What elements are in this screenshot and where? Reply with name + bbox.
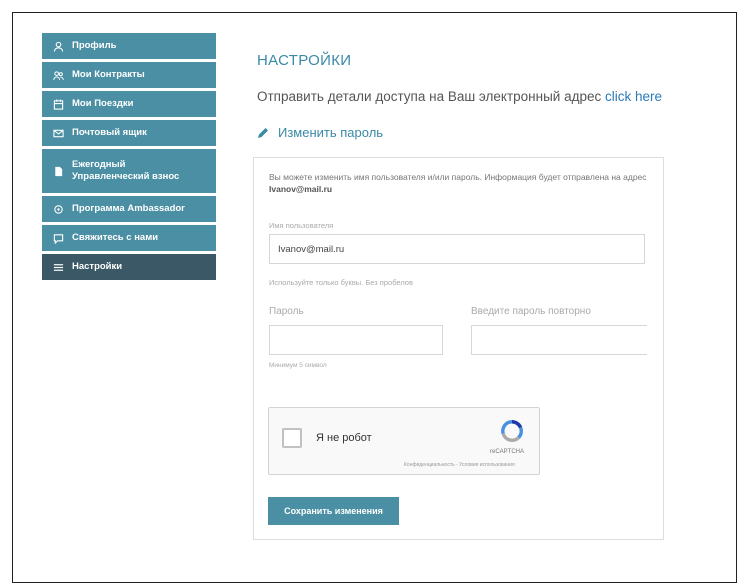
password-label: Пароль: [269, 306, 304, 317]
sidebar-item-label: Ежегодный Управленческий взнос: [72, 159, 180, 182]
send-access-details: Отправить детали доступа на Ваш электрон…: [257, 89, 662, 104]
calendar-icon: [52, 98, 64, 110]
sidebar-item-settings[interactable]: Настройки: [42, 254, 216, 280]
username-hint: Используйте только буквы. Без пробелов: [269, 278, 413, 287]
mail-icon: [52, 127, 64, 139]
sidebar-item-contact[interactable]: Свяжитесь с нами: [42, 225, 216, 251]
click-here-link[interactable]: click here: [605, 89, 662, 104]
send-access-text: Отправить детали доступа на Ваш электрон…: [257, 89, 602, 104]
sidebar-item-mailbox[interactable]: Почтовый ящик: [42, 120, 216, 146]
recaptcha-brand: reCAPTCHA: [490, 449, 525, 455]
change-password-label: Изменить пароль: [278, 125, 384, 140]
sidebar-item-label: Настройки: [72, 261, 123, 272]
sidebar-item-ambassador[interactable]: Программа Ambassador: [42, 196, 216, 222]
star-icon: [52, 203, 64, 215]
pencil-icon: [258, 127, 268, 138]
page-title: НАСТРОЙКИ: [257, 52, 352, 69]
sidebar-item-label: Мои Контракты: [72, 69, 145, 80]
username-input[interactable]: Ivanov@mail.ru: [269, 234, 645, 264]
sidebar-item-label: Свяжитесь с нами: [72, 232, 159, 243]
password-repeat-input[interactable]: [471, 325, 647, 355]
sidebar-item-profile[interactable]: Профиль: [42, 33, 216, 59]
recaptcha-widget: Я не робот reCAPTCHA Конфиденциальность …: [268, 407, 540, 475]
password-repeat-label: Введите пароль повторно: [471, 306, 591, 317]
document-icon: [52, 165, 64, 177]
password-input[interactable]: [269, 325, 443, 355]
password-hint: Минимум 5 символ: [269, 362, 327, 369]
sidebar: Профиль Мои Контракты Мои Поездки Почтов…: [42, 33, 216, 283]
sidebar-item-trips[interactable]: Мои Поездки: [42, 91, 216, 117]
sidebar-item-contracts[interactable]: Мои Контракты: [42, 62, 216, 88]
recaptcha-checkbox[interactable]: [282, 428, 302, 448]
username-label: Имя пользователя: [269, 221, 334, 230]
recaptcha-terms[interactable]: Конфиденциальность - Условия использован…: [404, 462, 515, 468]
recaptcha-label: Я не робот: [316, 432, 372, 444]
sidebar-item-label: Профиль: [72, 40, 117, 51]
change-password-heading[interactable]: Изменить пароль: [257, 125, 383, 140]
info-text-body: Вы можете изменить имя пользователя и/ил…: [269, 172, 647, 182]
save-changes-button[interactable]: Сохранить изменения: [268, 497, 399, 525]
sidebar-item-label: Мои Поездки: [72, 98, 134, 109]
sidebar-item-label: Программа Ambassador: [72, 203, 185, 214]
contact-icon: [52, 232, 64, 244]
users-icon: [52, 69, 64, 81]
user-icon: [52, 40, 64, 52]
sidebar-item-annual-fee[interactable]: Ежегодный Управленческий взнос: [42, 149, 216, 193]
info-email: Ivanov@mail.ru: [269, 184, 333, 194]
info-text: Вы можете изменить имя пользователя и/ил…: [269, 171, 649, 195]
recaptcha-logo-icon: [501, 420, 523, 442]
sidebar-item-label: Почтовый ящик: [72, 127, 147, 138]
settings-icon: [52, 261, 64, 273]
